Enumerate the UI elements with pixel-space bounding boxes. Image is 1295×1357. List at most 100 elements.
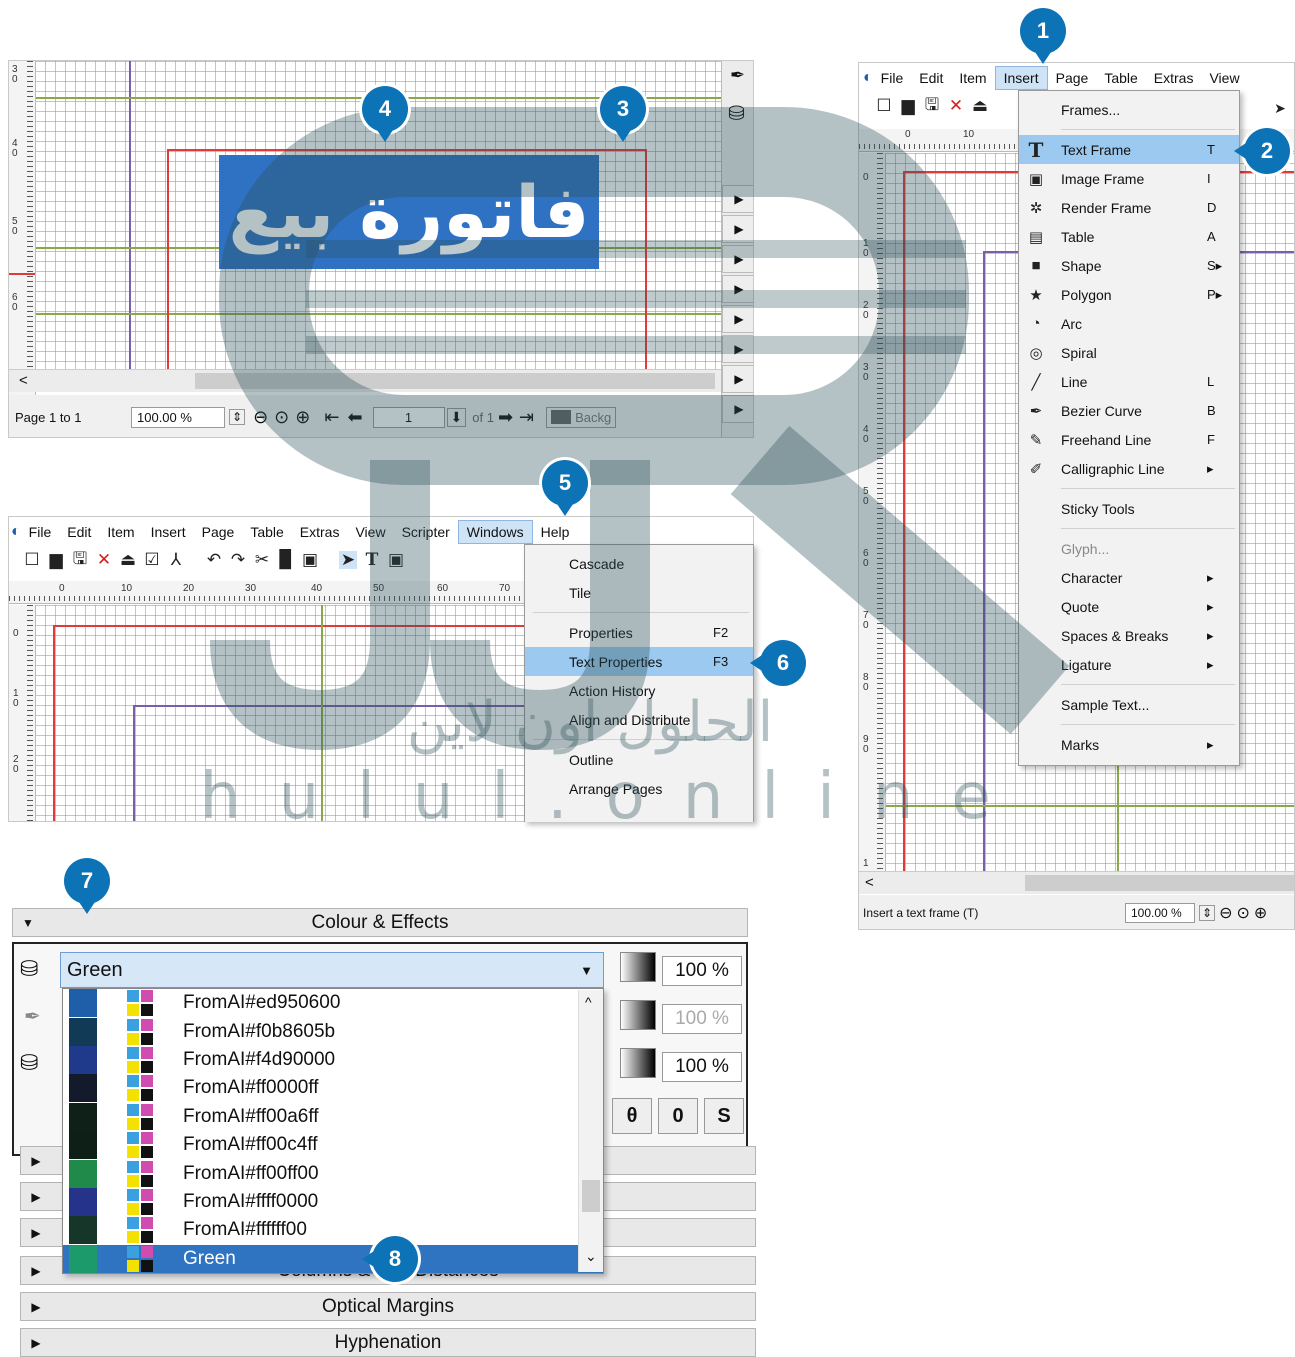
windows-menu-item[interactable]: Outline (525, 745, 753, 774)
save-icon[interactable]: 🖫 (923, 95, 941, 115)
insert-menu-item[interactable]: Glyph... (1019, 534, 1239, 563)
windows-menu-item[interactable]: Properties F2 (525, 618, 753, 647)
chevron-down-icon[interactable]: ▼ (580, 963, 593, 978)
color-list-item[interactable]: FromAI#f0b8605b (63, 1017, 603, 1046)
scroll-down-icon[interactable]: ⌄ (585, 1248, 597, 1265)
cut-icon[interactable]: ✂ (253, 550, 271, 569)
layer-selector[interactable]: Backg (546, 406, 617, 428)
menu-item[interactable]: Item (951, 67, 994, 89)
windows-menu-item[interactable]: Cascade (525, 549, 753, 578)
zoom-field[interactable]: 100.00 % (131, 406, 225, 428)
new-document-icon[interactable]: ☐ (875, 96, 893, 115)
zoom-spin-icon[interactable]: ⇕ (229, 409, 246, 425)
color-list-item[interactable]: FromAI#ffff0000 (63, 1187, 603, 1216)
last-page-icon[interactable]: ⇥ (519, 407, 534, 428)
insert-menu-item[interactable]: ✐ Calligraphic Line ▸ (1019, 454, 1239, 483)
menu-help[interactable]: Help (533, 521, 578, 543)
open-folder-icon[interactable]: ▆ (47, 550, 65, 569)
zoom-out-icon[interactable]: ⊖ (1219, 903, 1232, 923)
expand-arrow-icon[interactable]: ▶ (21, 1336, 51, 1350)
insert-menu-item[interactable]: T Text Frame T (1019, 135, 1239, 164)
color-list-item[interactable]: FromAI#ff00c4ff (63, 1131, 603, 1160)
insert-menu-item[interactable]: ✎ Freehand Line F (1019, 425, 1239, 454)
undo-icon[interactable]: ↶ (205, 550, 223, 569)
menu-page[interactable]: Page (1048, 67, 1097, 89)
close-icon[interactable]: ✕ (95, 550, 113, 569)
expand-arrow-button[interactable]: ▶ (722, 215, 753, 243)
menu-insert[interactable]: Insert (143, 521, 194, 543)
insert-menu-item[interactable]: Marks ▸ (1019, 730, 1239, 759)
expand-arrow-button[interactable]: ▶ (722, 245, 753, 273)
windows-menu-item[interactable]: Arrange Pages (525, 774, 753, 803)
expand-arrow-button[interactable]: ▶ (722, 395, 753, 423)
insert-menu-item[interactable]: ■ Shape S▸ (1019, 251, 1239, 280)
new-document-icon[interactable]: ☐ (23, 550, 41, 569)
select-arrow-icon[interactable]: ➤ (339, 550, 357, 569)
scrollbar-thumb[interactable] (1025, 875, 1294, 891)
scroll-left-arrow[interactable]: < (19, 372, 28, 389)
insert-menu-item[interactable]: Ligature ▸ (1019, 650, 1239, 679)
paste-icon[interactable]: ▣ (301, 550, 319, 569)
insert-menu-item[interactable]: Character ▸ (1019, 563, 1239, 592)
background-percent-field[interactable]: 100 % (662, 1052, 742, 1082)
menu-edit[interactable]: Edit (911, 67, 951, 89)
windows-menu-item[interactable]: Align and Distribute (525, 705, 753, 734)
color-list-scrollbar[interactable]: ^ ⌄ (578, 990, 603, 1272)
insert-menu-item[interactable]: ★ Polygon P▸ (1019, 280, 1239, 309)
menu-extras[interactable]: Extras (1146, 67, 1202, 89)
color-list-item[interactable]: FromAI#ff0000ff (63, 1074, 603, 1103)
menu-insert[interactable]: Insert (994, 66, 1048, 90)
menu-extras[interactable]: Extras (292, 521, 348, 543)
horizontal-scrollbar[interactable]: < (859, 871, 1294, 894)
image-frame-icon[interactable]: ▣ (387, 550, 405, 569)
color-list-item[interactable]: FromAI#ffffff00 (63, 1216, 603, 1245)
print-icon[interactable]: ⏏ (119, 550, 137, 569)
insert-menu-item[interactable]: Sticky Tools (1019, 494, 1239, 523)
menu-file[interactable]: File (873, 67, 912, 89)
pdf-export-icon[interactable]: ⅄ (167, 550, 185, 569)
insert-menu-item[interactable]: ╱ Line L (1019, 367, 1239, 396)
copy-icon[interactable]: ▉ (277, 550, 295, 569)
insert-menu-item[interactable]: Quote ▸ (1019, 592, 1239, 621)
menu-edit[interactable]: Edit (59, 521, 99, 543)
fill-bucket-icon[interactable]: ⛁ (20, 1050, 38, 1076)
insert-menu-item[interactable]: Spaces & Breaks ▸ (1019, 621, 1239, 650)
menu-view[interactable]: View (1201, 67, 1247, 89)
insert-menu-item[interactable]: Sample Text... (1019, 690, 1239, 719)
print-icon[interactable]: ⏏ (971, 96, 989, 115)
insert-menu-item[interactable]: ✲ Render Frame D (1019, 193, 1239, 222)
color-list-item[interactable]: FromAI#ff00ff00 (63, 1159, 603, 1188)
pen-icon[interactable]: ✒ (24, 1004, 41, 1029)
menu-file[interactable]: File (21, 521, 60, 543)
strike-effect-button[interactable]: S (704, 1098, 744, 1134)
scrollbar-thumb[interactable] (195, 373, 715, 389)
menu-table[interactable]: Table (242, 521, 291, 543)
insert-menu-item[interactable]: ▣ Image Frame I (1019, 164, 1239, 193)
expand-arrow-icon[interactable]: ▶ (21, 1300, 51, 1314)
menu-page[interactable]: Page (194, 521, 243, 543)
redo-icon[interactable]: ↷ (229, 550, 247, 569)
open-folder-icon[interactable]: ▆ (899, 96, 917, 115)
colour-effects-header[interactable]: ▼ Colour & Effects (12, 908, 748, 937)
expand-arrow-button[interactable]: ▶ (722, 305, 753, 333)
color-list-item[interactable]: FromAI#ff00a6ff (63, 1102, 603, 1131)
insert-menu-item[interactable]: Frames... (1019, 95, 1239, 124)
hyphenation-section[interactable]: ▶ Hyphenation (20, 1328, 756, 1357)
next-page-icon[interactable]: ➡ (498, 407, 513, 428)
optical-margins-section[interactable]: ▶ Optical Margins (20, 1292, 756, 1321)
zoom-reset-icon[interactable]: ⊙ (274, 407, 289, 428)
fill-bucket-icon[interactable]: ⛁ (20, 956, 38, 982)
menu-windows[interactable]: Windows (457, 520, 533, 544)
color-list-item[interactable]: FromAI#f4d90000 (63, 1045, 603, 1074)
zoom-out-icon[interactable]: ⊖ (253, 407, 268, 428)
zoom-in-icon[interactable]: ⊕ (1254, 903, 1267, 923)
scroll-left-arrow[interactable]: < (865, 874, 874, 891)
scroll-up-icon[interactable]: ^ (585, 994, 592, 1010)
horizontal-scrollbar[interactable]: < (9, 369, 721, 392)
outline-effect-button[interactable]: θ (612, 1098, 652, 1134)
zoom-reset-icon[interactable]: ⊙ (1236, 903, 1249, 923)
color-select[interactable]: Green ▼ (60, 952, 604, 988)
windows-menu-item[interactable]: Text Properties F3 (525, 647, 753, 676)
insert-menu-item[interactable]: ▤ Table A (1019, 222, 1239, 251)
stroke-percent-field[interactable]: 100 % (662, 1004, 742, 1034)
